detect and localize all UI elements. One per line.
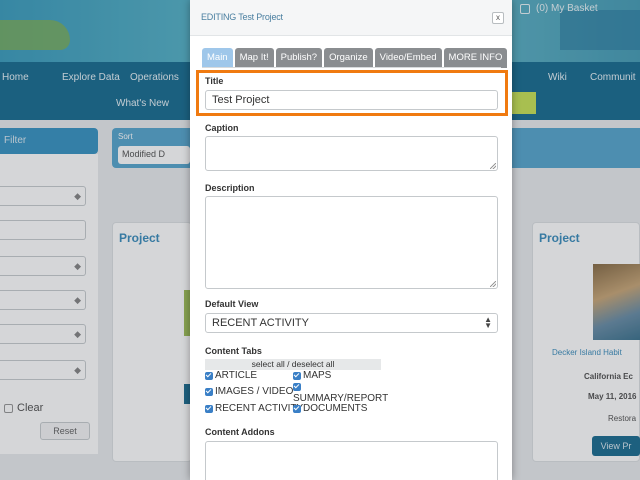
caption-textarea[interactable]	[205, 136, 498, 171]
tab-main[interactable]: Main	[202, 48, 233, 68]
resize-handle-icon[interactable]	[490, 281, 496, 287]
checkbox-article[interactable]: ARTICLE	[205, 370, 257, 381]
checkbox-label: RECENT ACTIVITY	[215, 403, 304, 414]
checkbox-checked-icon	[205, 372, 213, 380]
checkbox-summary-report[interactable]: SUMMARY/REPORT	[293, 381, 388, 404]
checkbox-documents[interactable]: DOCUMENTS	[293, 403, 367, 414]
description-label: Description	[205, 183, 255, 193]
content-addons-label: Content Addons	[205, 427, 275, 437]
close-icon[interactable]: x	[492, 12, 504, 24]
checkbox-checked-icon	[293, 405, 301, 413]
checkbox-checked-icon	[205, 405, 213, 413]
dialog-header: EDITING Test Project x	[190, 0, 512, 36]
checkbox-label: IMAGES / VIDEO	[215, 386, 294, 397]
resize-handle-icon[interactable]	[490, 163, 496, 169]
content-tabs-label: Content Tabs	[205, 346, 262, 356]
checkbox-label: DOCUMENTS	[303, 403, 368, 414]
tab-map-it[interactable]: Map It!	[234, 48, 274, 68]
default-view-select[interactable]: RECENT ACTIVITY ▲ ▼	[205, 313, 498, 333]
tab-publish[interactable]: Publish?	[275, 48, 323, 68]
tab-video-embed[interactable]: Video/Embed	[374, 48, 442, 68]
caption-label: Caption	[205, 123, 239, 133]
description-textarea[interactable]	[205, 196, 498, 289]
checkbox-checked-icon	[293, 372, 301, 380]
checkbox-checked-icon	[205, 388, 213, 396]
checkbox-label: MAPS	[303, 370, 332, 381]
default-view-value: RECENT ACTIVITY	[212, 317, 309, 329]
dialog-title: EDITING Test Project	[201, 12, 283, 22]
tab-more-info[interactable]: MORE INFO	[443, 48, 508, 68]
dialog-tabs: Main Map It! Publish? Organize Video/Emb…	[202, 48, 508, 68]
content-addons-field[interactable]	[205, 441, 498, 480]
checkbox-label: ARTICLE	[215, 370, 258, 381]
checkbox-maps[interactable]: MAPS	[293, 370, 331, 381]
title-label: Title	[205, 76, 224, 86]
checkbox-checked-icon	[293, 383, 301, 391]
tab-organize[interactable]: Organize	[324, 48, 373, 68]
select-all-toggle[interactable]: select all / deselect all	[205, 359, 381, 370]
checkbox-recent-activity[interactable]: RECENT ACTIVITY	[205, 403, 303, 414]
edit-project-dialog: EDITING Test Project x Main Map It! Publ…	[190, 0, 512, 480]
select-arrows-icon: ▲ ▼	[484, 315, 492, 330]
checkbox-images-video[interactable]: IMAGES / VIDEO	[205, 386, 293, 397]
default-view-label: Default View	[205, 299, 259, 309]
title-input[interactable]	[205, 90, 498, 110]
tab-divider	[202, 67, 501, 68]
